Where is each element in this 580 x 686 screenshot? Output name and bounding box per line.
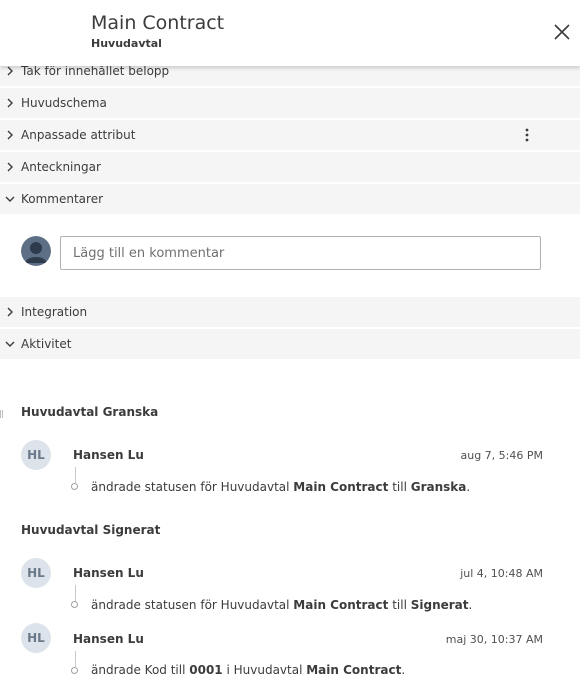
section-label: Kommentarer [21, 192, 104, 206]
activity-user: Hansen Lu [73, 566, 144, 580]
activity-timestamp: jul 4, 10:48 AM [460, 567, 543, 580]
comment-input[interactable] [60, 236, 541, 270]
timeline-dot [71, 601, 78, 608]
chevron-down-icon [5, 341, 15, 347]
timeline-dot [71, 667, 78, 674]
section-aktivitet[interactable]: Aktivitet [0, 329, 580, 359]
panel-title: Main Contract [91, 12, 225, 34]
activity-description: ändrade statusen för Huvudavtal Main Con… [91, 598, 473, 612]
activity-group-title: Huvudavtal Signerat [21, 523, 161, 537]
panel-subtitle: Huvudavtal [91, 37, 162, 50]
avatar: HL [21, 558, 51, 588]
user-avatar [21, 236, 51, 266]
chevron-right-icon [7, 162, 13, 172]
activity-group-title: Huvudavtal Granska [21, 405, 159, 419]
section-label: Aktivitet [21, 337, 72, 351]
panel-header: Main Contract Huvudavtal [0, 0, 580, 66]
timeline-line [75, 651, 76, 667]
timeline-dot [71, 483, 78, 490]
chevron-down-icon [5, 196, 15, 202]
activity-description: ändrade Kod till 0001 i Huvudavtal Main … [91, 663, 406, 677]
section-label: Integration [21, 305, 88, 319]
section-label: Huvudschema [21, 96, 107, 110]
resize-handle[interactable] [0, 410, 3, 418]
avatar: HL [21, 440, 51, 470]
activity-user: Hansen Lu [73, 632, 144, 646]
section-anpassade-attribut[interactable]: Anpassade attribut [0, 120, 580, 150]
chevron-right-icon [7, 130, 13, 140]
section-label: Anpassade attribut [21, 128, 136, 142]
activity-description: ändrade statusen för Huvudavtal Main Con… [91, 480, 471, 494]
section-label: Tak för innehållet belopp [21, 64, 170, 78]
timeline-line [75, 585, 76, 601]
avatar: HL [21, 623, 51, 653]
chevron-right-icon [7, 98, 13, 108]
section-anteckningar[interactable]: Anteckningar [0, 152, 580, 182]
close-icon [554, 24, 570, 40]
chevron-right-icon [7, 307, 13, 317]
section-integration[interactable]: Integration [0, 297, 580, 327]
section-label: Anteckningar [21, 160, 101, 174]
close-button[interactable] [550, 20, 574, 44]
user-avatar-icon [21, 236, 51, 266]
activity-timestamp: aug 7, 5:46 PM [460, 449, 543, 462]
activity-timestamp: maj 30, 10:37 AM [445, 633, 543, 646]
more-options-icon[interactable] [520, 127, 534, 143]
section-kommentarer[interactable]: Kommentarer [0, 184, 580, 214]
chevron-right-icon [7, 66, 13, 76]
section-huvudschema[interactable]: Huvudschema [0, 88, 580, 118]
activity-user: Hansen Lu [73, 448, 144, 462]
timeline-line [75, 467, 76, 483]
